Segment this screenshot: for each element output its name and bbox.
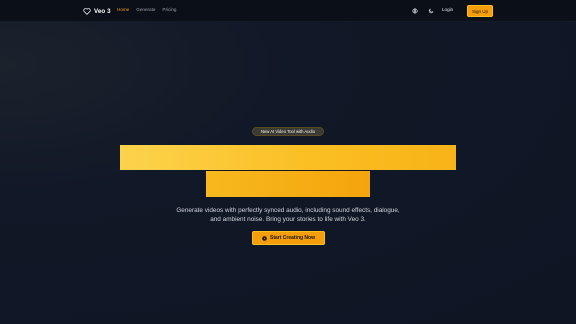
hero-description-line-2: and ambient noise. Bring your stories to… xyxy=(210,216,366,223)
heart-outline-icon xyxy=(83,7,91,15)
hero-description-line-1: Generate videos with perfectly synced au… xyxy=(176,207,400,214)
start-creating-button[interactable]: Start Creating Now xyxy=(252,231,325,245)
nav-link-generate[interactable]: Generate xyxy=(136,7,155,12)
signup-button[interactable]: Sign Up xyxy=(467,5,493,17)
moon-icon xyxy=(428,8,434,14)
hero-description: Generate videos with perfectly synced au… xyxy=(150,206,426,224)
brand-logo[interactable]: Veo 3 xyxy=(83,5,111,17)
page: Veo 3 Home Generate Pricing Login Sign U… xyxy=(0,0,576,324)
login-link[interactable]: Login xyxy=(442,7,453,12)
play-circle-icon xyxy=(262,235,267,241)
nav-link-home[interactable]: Home xyxy=(117,7,129,12)
globe-icon xyxy=(411,7,418,14)
start-creating-label: Start Creating Now xyxy=(269,235,315,241)
hero-badge: New AI Video Tool with Audio xyxy=(252,127,324,136)
nav-link-pricing[interactable]: Pricing xyxy=(162,7,176,12)
theme-toggle-button[interactable] xyxy=(426,6,435,15)
language-button[interactable] xyxy=(410,6,419,15)
hero-headline-line-2 xyxy=(206,171,370,197)
brand-name: Veo 3 xyxy=(94,7,111,15)
navbar: Veo 3 Home Generate Pricing Login Sign U… xyxy=(0,0,576,22)
hero-headline-line-1 xyxy=(120,145,456,170)
main-nav: Home Generate Pricing xyxy=(117,7,176,12)
